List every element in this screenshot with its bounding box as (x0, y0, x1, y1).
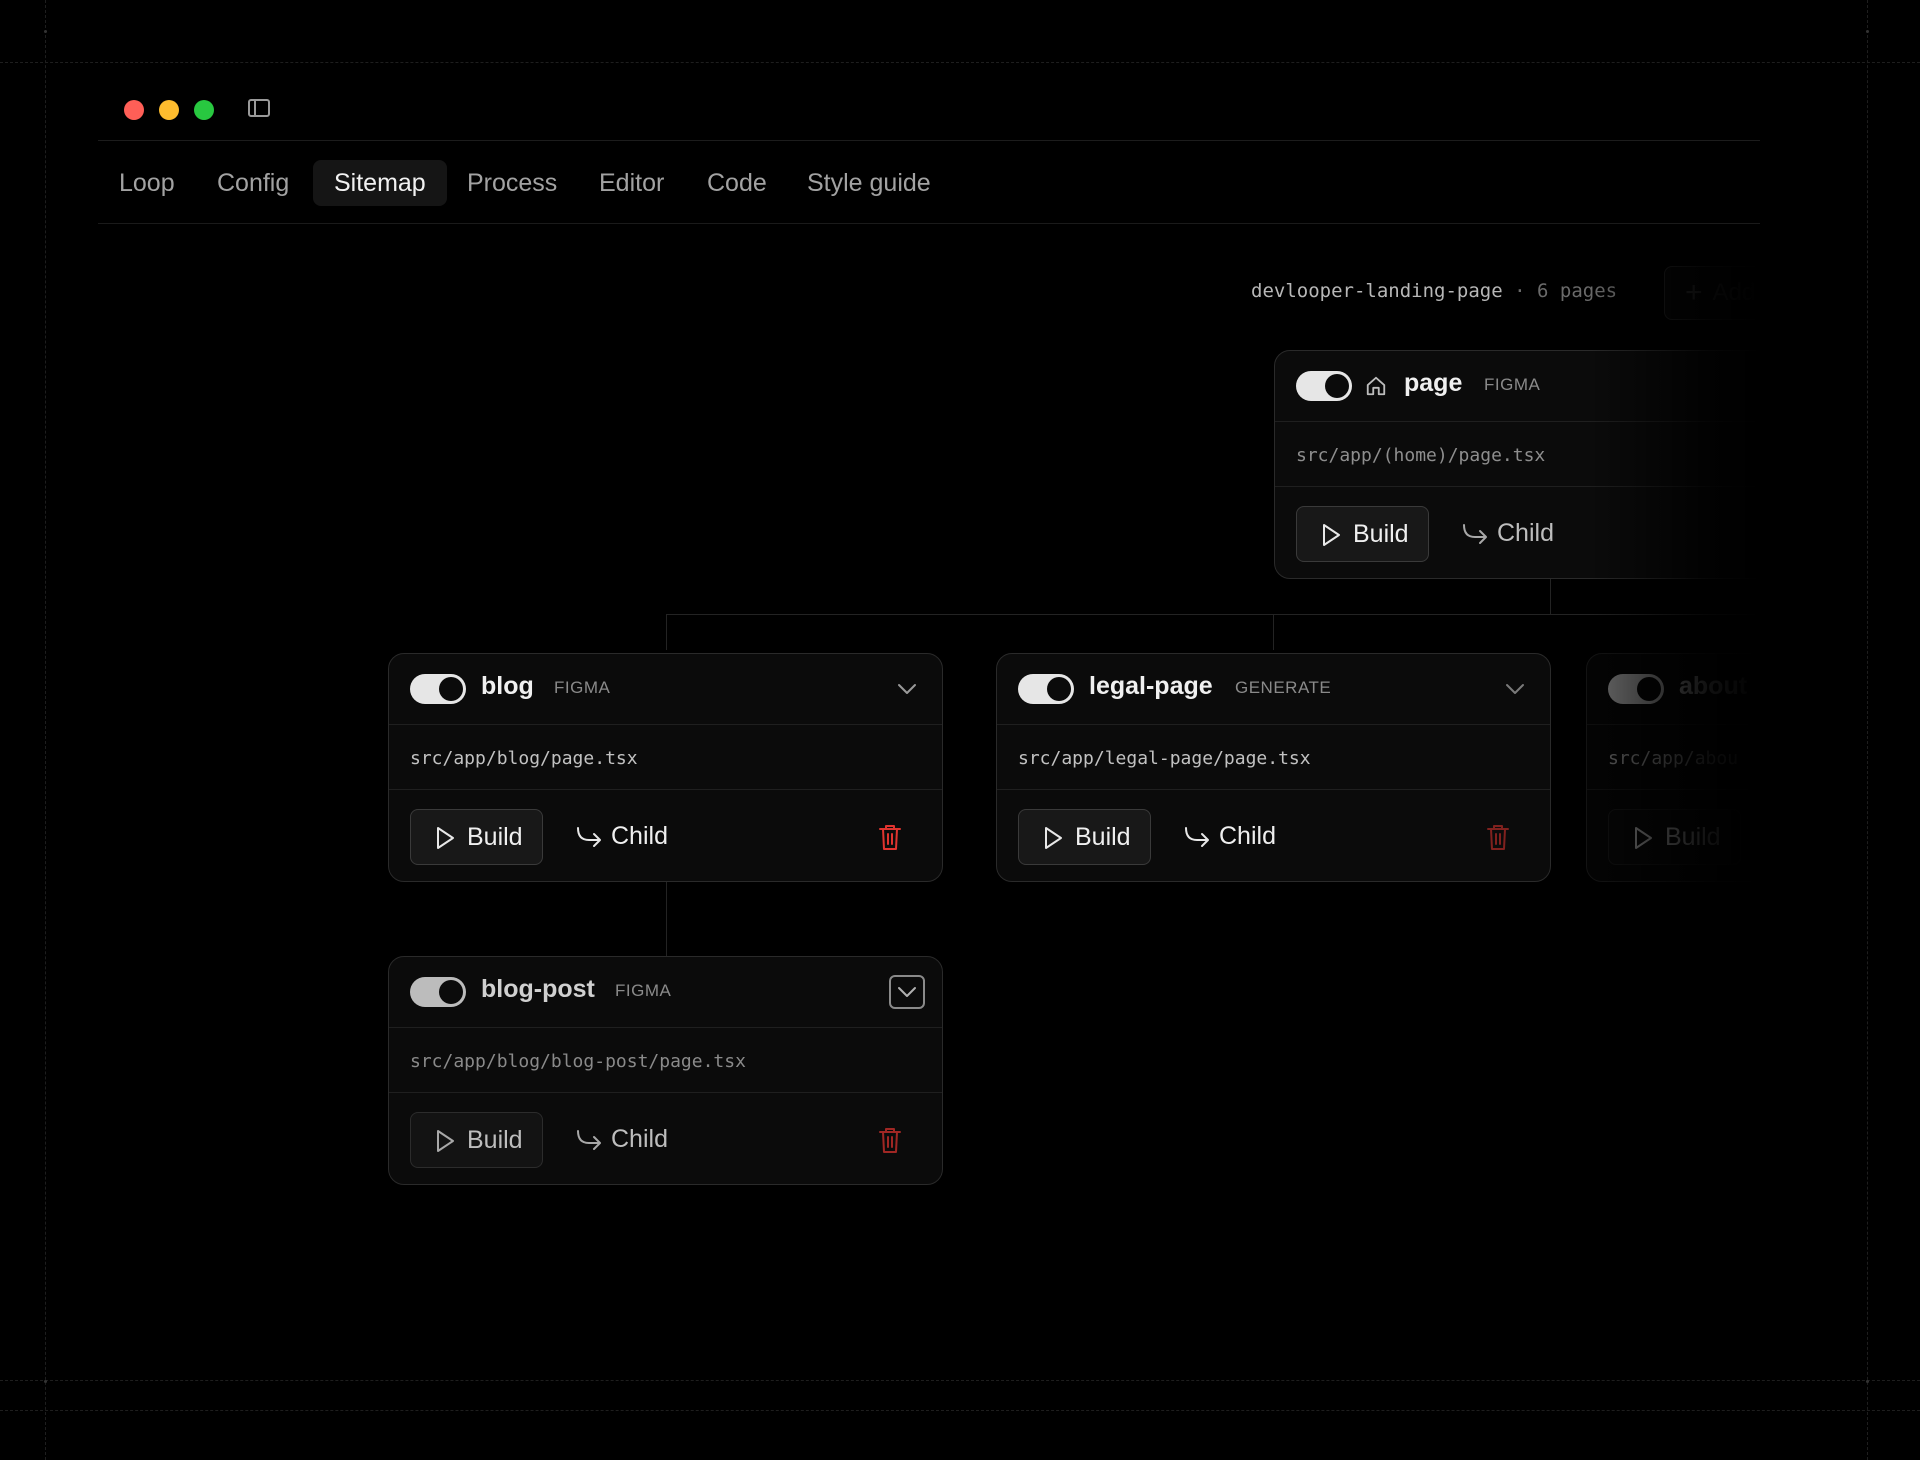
add-page-button[interactable]: + Add (1664, 266, 1760, 320)
add-page-label: Add (1712, 279, 1756, 306)
build-button[interactable]: Build (1018, 809, 1151, 865)
card-header: blog-post FIGMA (389, 957, 942, 1028)
guide-line (45, 0, 46, 1460)
home-icon (1366, 376, 1386, 396)
divider (1587, 789, 1760, 790)
close-window-button[interactable] (124, 100, 144, 120)
child-label: Child (1219, 822, 1276, 850)
guide-line (1867, 0, 1868, 1460)
card-header: about (1587, 654, 1760, 725)
sitemap-card-page: page FIGMA src/app/(home)/page.tsx Build… (1274, 350, 1760, 579)
trash-icon[interactable] (1486, 823, 1510, 851)
child-arrow-icon (577, 1130, 601, 1150)
build-button[interactable]: Build (1608, 809, 1741, 865)
build-label: Build (1353, 520, 1409, 548)
card-name: blog (481, 672, 534, 700)
tab-code[interactable]: Code (686, 160, 788, 206)
legal-page-enabled-toggle[interactable] (1018, 674, 1074, 704)
sidebar-panel-icon[interactable] (248, 99, 270, 117)
chevron-down-icon[interactable] (889, 975, 925, 1009)
build-label: Build (467, 823, 523, 851)
build-label: Build (467, 1126, 523, 1154)
child-arrow-icon (1463, 524, 1487, 544)
child-label: Child (611, 822, 668, 850)
card-name: about (1679, 672, 1748, 700)
tab-editor[interactable]: Editor (578, 160, 685, 206)
chevron-down-icon[interactable] (1502, 676, 1528, 702)
app-window: Loop Config Sitemap Process Editor Code … (98, 78, 1760, 1378)
minimize-window-button[interactable] (159, 100, 179, 120)
card-header: page FIGMA (1275, 351, 1760, 422)
guide-line (0, 1380, 1920, 1381)
divider (997, 789, 1550, 790)
card-path: src/app/blog/page.tsx (410, 748, 638, 769)
sitemap-card-about: about src/app/abou Build (1586, 653, 1760, 882)
source-badge: FIGMA (615, 981, 672, 1000)
divider (1275, 486, 1760, 487)
maximize-window-button[interactable] (194, 100, 214, 120)
tree-connector (1273, 614, 1274, 650)
tab-config[interactable]: Config (196, 160, 310, 206)
sitemap-summary: devlooper-landing-page · 6 pages (1251, 280, 1617, 302)
blog-post-enabled-toggle[interactable] (410, 977, 466, 1007)
plus-icon: + (1685, 276, 1703, 309)
tab-loop[interactable]: Loop (98, 160, 196, 206)
build-label: Build (1075, 823, 1131, 851)
guide-marker (1866, 30, 1869, 33)
build-label: Build (1665, 823, 1721, 851)
trash-icon[interactable] (878, 1126, 902, 1154)
card-name: blog-post (481, 975, 595, 1003)
title-bar (98, 78, 1760, 141)
source-badge: FIGMA (554, 678, 611, 697)
play-icon (437, 1130, 454, 1152)
card-path: src/app/legal-page/page.tsx (1018, 748, 1311, 769)
play-icon (437, 827, 454, 849)
card-name: legal-page (1089, 672, 1213, 700)
tree-connector (666, 614, 1760, 615)
chevron-down-icon[interactable] (894, 676, 920, 702)
card-name: page (1404, 369, 1463, 397)
project-name: devlooper-landing-page (1251, 280, 1503, 302)
tab-process[interactable]: Process (446, 160, 578, 206)
build-button[interactable]: Build (410, 1112, 543, 1168)
tree-connector (666, 614, 667, 650)
guide-marker (44, 30, 47, 33)
child-arrow-icon (1185, 827, 1209, 847)
play-icon (1045, 827, 1062, 849)
sitemap-card-blog: blog FIGMA src/app/blog/page.tsx Build C… (388, 653, 943, 882)
summary-separator: · (1514, 280, 1526, 302)
guide-line (0, 62, 1920, 63)
guide-marker (1866, 1380, 1869, 1383)
tab-bar: Loop Config Sitemap Process Editor Code … (98, 141, 1760, 224)
blog-enabled-toggle[interactable] (410, 674, 466, 704)
child-label: Child (611, 1125, 668, 1153)
source-badge: FIGMA (1484, 375, 1541, 394)
card-header: legal-page GENERATE (997, 654, 1550, 725)
page-count: 6 pages (1537, 280, 1618, 302)
source-badge: GENERATE (1235, 678, 1332, 697)
tree-connector (1550, 578, 1551, 614)
divider (389, 789, 942, 790)
tab-sitemap[interactable]: Sitemap (313, 160, 447, 206)
child-label: Child (1497, 519, 1554, 547)
tab-style-guide[interactable]: Style guide (786, 160, 952, 206)
divider (389, 1092, 942, 1093)
guide-line (0, 1410, 1920, 1411)
play-icon (1635, 827, 1652, 849)
card-path: src/app/abou (1608, 748, 1739, 769)
trash-icon[interactable] (878, 823, 902, 851)
card-path: src/app/blog/blog-post/page.tsx (410, 1051, 746, 1072)
about-enabled-toggle[interactable] (1608, 674, 1664, 704)
build-button[interactable]: Build (410, 809, 543, 865)
sitemap-card-blog-post: blog-post FIGMA src/app/blog/blog-post/p… (388, 956, 943, 1185)
build-button[interactable]: Build (1296, 506, 1429, 562)
sitemap-card-legal-page: legal-page GENERATE src/app/legal-page/p… (996, 653, 1551, 882)
child-arrow-icon (577, 827, 601, 847)
guide-marker (44, 1380, 47, 1383)
page-enabled-toggle[interactable] (1296, 371, 1352, 401)
tree-connector (666, 880, 667, 956)
card-path: src/app/(home)/page.tsx (1296, 445, 1546, 466)
card-header: blog FIGMA (389, 654, 942, 725)
play-icon (1323, 524, 1340, 546)
